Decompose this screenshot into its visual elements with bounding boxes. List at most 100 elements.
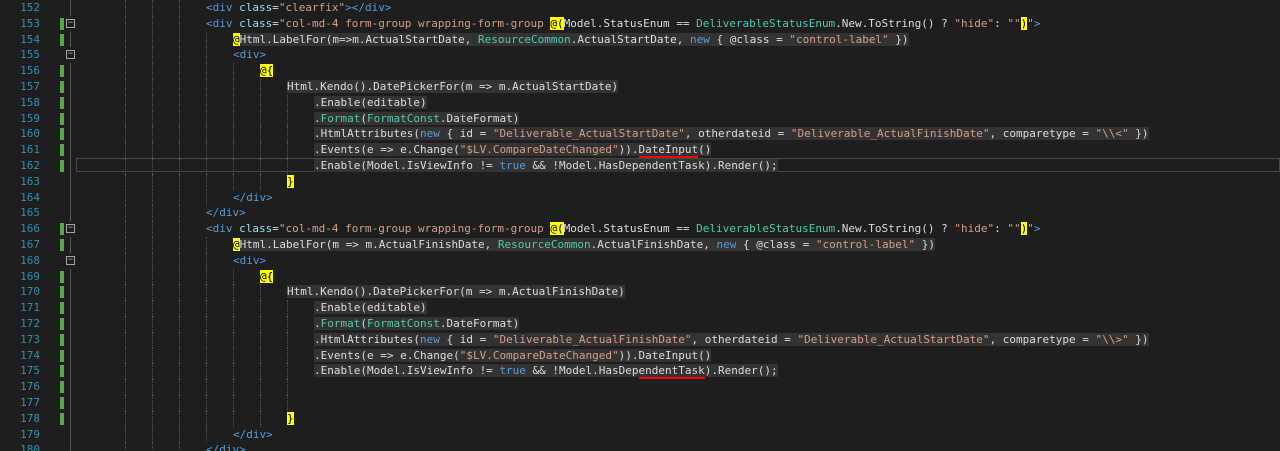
code-text[interactable]: </div> bbox=[206, 442, 246, 451]
indent-guide bbox=[233, 268, 234, 285]
code-text[interactable]: </div> bbox=[206, 205, 246, 221]
code-token: .Enable(editable) bbox=[314, 301, 427, 315]
code-text[interactable]: .Events(e => e.Change("$LV.CompareDateCh… bbox=[314, 142, 712, 159]
code-text[interactable]: @Html.LabelFor(m=>m.ActualStartDate, Res… bbox=[233, 32, 909, 48]
indent-guide bbox=[179, 284, 180, 301]
indent-guide bbox=[152, 142, 153, 158]
code-token: ResourceCommon bbox=[497, 238, 591, 251]
code-line[interactable]: 176 bbox=[0, 379, 1280, 395]
indent-guide bbox=[125, 205, 126, 222]
code-text[interactable]: <div class="col-md-4 form-group wrapping… bbox=[206, 221, 1041, 237]
code-line[interactable]: 164 </div> bbox=[0, 189, 1280, 206]
code-text[interactable]: <div class="clearfix"></div> bbox=[206, 0, 391, 16]
code-line[interactable]: 159 .Format(FormatConst.DateFormat) bbox=[0, 110, 1280, 127]
fold-guide bbox=[70, 379, 71, 395]
code-line[interactable]: 168 − <div> bbox=[0, 252, 1280, 269]
code-line[interactable]: 179 </div> bbox=[0, 426, 1280, 443]
code-line[interactable]: 154 @Html.LabelFor(m=>m.ActualStartDate, … bbox=[0, 31, 1280, 48]
code-line[interactable]: 178} bbox=[0, 410, 1280, 427]
indent-guide bbox=[179, 221, 180, 237]
line-number: 163 bbox=[20, 174, 40, 188]
code-text[interactable]: @{ bbox=[260, 269, 274, 285]
code-line[interactable]: 160 .HtmlAttributes(new { id = "Deliverab… bbox=[0, 126, 1280, 143]
fold-guide bbox=[70, 173, 71, 190]
code-line[interactable]: 169 @{ bbox=[0, 268, 1280, 285]
code-line[interactable]: 172 .Format(FormatConst.DateFormat) bbox=[0, 316, 1280, 332]
code-text[interactable]: .HtmlAttributes(new { id = "Deliverable_… bbox=[314, 126, 1149, 142]
indent-guide bbox=[287, 158, 288, 174]
code-text[interactable]: Html.Kendo().DatePickerFor(m => m.Actual… bbox=[287, 79, 619, 95]
indent-guide bbox=[152, 442, 153, 451]
indent-guide bbox=[179, 252, 180, 269]
code-line[interactable]: 162 .Enable(Model.IsViewInfo != true && !… bbox=[0, 158, 1280, 174]
indent-guide bbox=[206, 410, 207, 427]
indent-guide bbox=[125, 442, 126, 451]
code-line[interactable]: 152 <div class="clearfix"></div> bbox=[0, 0, 1280, 16]
fold-toggle-icon[interactable]: − bbox=[66, 18, 75, 28]
code-token: <div> bbox=[233, 253, 267, 267]
code-token: } bbox=[287, 411, 294, 425]
code-text[interactable]: .Enable(Model.IsViewInfo != true && !Mod… bbox=[314, 158, 778, 174]
indent-guide bbox=[125, 268, 126, 285]
fold-toggle-icon[interactable]: − bbox=[66, 50, 75, 60]
code-text[interactable]: </div> bbox=[233, 427, 273, 443]
indent-guide bbox=[179, 79, 180, 95]
code-line[interactable]: 173 .HtmlAttributes(new { id = "Deliverab… bbox=[0, 331, 1280, 348]
code-text[interactable]: <div class="col-md-4 form-group wrapping… bbox=[206, 16, 1041, 32]
fold-toggle-icon[interactable]: − bbox=[66, 255, 75, 265]
code-line[interactable]: 153 − <div class="col-md-4 form-group wrap… bbox=[0, 15, 1280, 32]
indent-guide bbox=[179, 94, 180, 111]
indent-guide bbox=[125, 189, 126, 206]
code-line[interactable]: 170 Html.Kendo().DatePickerFor(m => m.Act… bbox=[0, 284, 1280, 301]
code-text[interactable]: .Enable(editable) bbox=[314, 95, 427, 111]
code-text[interactable]: </div> bbox=[233, 190, 273, 206]
code-text[interactable]: @Html.LabelFor(m => m.ActualFinishDate, … bbox=[233, 237, 936, 253]
indent-guide bbox=[125, 347, 126, 364]
code-token: && !Model.HasDep bbox=[525, 364, 639, 378]
fold-toggle-icon[interactable]: − bbox=[66, 224, 75, 234]
indent-guide bbox=[287, 300, 288, 316]
code-text[interactable]: .Format(FormatConst.DateFormat) bbox=[314, 111, 520, 127]
code-line[interactable]: 166 − <div class="col-md-4 form-group wrap… bbox=[0, 221, 1280, 237]
code-text[interactable]: <div> bbox=[233, 253, 266, 269]
code-line[interactable]: 156 @{ bbox=[0, 63, 1280, 79]
indent-guide bbox=[206, 158, 207, 174]
code-token: <div bbox=[206, 1, 240, 14]
code-line[interactable]: 161 .Events(e => e.Change("$LV.CompareDat… bbox=[0, 142, 1280, 159]
code-token: new bbox=[716, 238, 737, 251]
code-token: "hide" bbox=[954, 16, 995, 30]
code-line[interactable]: 175 .Enable(Model.IsViewInfo != true && !… bbox=[0, 363, 1280, 380]
code-text[interactable]: .Events(e => e.Change("$LV.CompareDateCh… bbox=[314, 348, 712, 364]
code-text[interactable]: Html.Kendo().DatePickerFor(m => m.Actual… bbox=[287, 284, 625, 300]
code-line[interactable]: 167 @Html.LabelFor(m => m.ActualFinishDat… bbox=[0, 237, 1280, 253]
code-token: </div> bbox=[233, 190, 273, 204]
code-line[interactable]: 177 bbox=[0, 395, 1280, 411]
code-text[interactable]: } bbox=[287, 174, 294, 190]
code-token: . bbox=[314, 317, 321, 330]
code-text[interactable]: .Enable(Model.IsViewInfo != true && !Mod… bbox=[314, 363, 778, 380]
code-text[interactable]: @{ bbox=[260, 63, 274, 79]
indent-guide bbox=[233, 126, 234, 143]
indent-guide bbox=[206, 31, 207, 48]
fold-guide bbox=[70, 31, 71, 48]
indent-guide bbox=[152, 158, 153, 174]
indent-guide bbox=[206, 316, 207, 332]
code-text[interactable]: .HtmlAttributes(new { id = "Deliverable_… bbox=[314, 332, 1149, 348]
code-line[interactable]: 171 .Enable(editable) bbox=[0, 300, 1280, 316]
code-token: new bbox=[689, 32, 710, 46]
line-number: 174 bbox=[20, 348, 40, 362]
line-number: 157 bbox=[20, 80, 40, 93]
code-text[interactable]: .Enable(editable) bbox=[314, 300, 427, 316]
code-text[interactable]: .Format(FormatConst.DateFormat) bbox=[314, 316, 520, 332]
code-line[interactable]: 155 − <div> bbox=[0, 47, 1280, 64]
code-line[interactable]: 174 .Events(e => e.Change("$LV.CompareDat… bbox=[0, 347, 1280, 364]
code-text[interactable]: <div> bbox=[233, 47, 266, 63]
code-line[interactable]: 180 </div> bbox=[0, 442, 1280, 451]
code-line[interactable]: 157 Html.Kendo().DatePickerFor(m => m.Act… bbox=[0, 79, 1280, 95]
code-editor[interactable]: 152 <div class="clearfix"></div> 153− <div … bbox=[0, 0, 1280, 451]
indent-guide bbox=[152, 126, 153, 143]
code-line[interactable]: 163} bbox=[0, 173, 1280, 190]
code-text[interactable]: } bbox=[287, 411, 294, 427]
code-line[interactable]: 165 </div> bbox=[0, 205, 1280, 222]
code-line[interactable]: 158 .Enable(editable) bbox=[0, 94, 1280, 111]
